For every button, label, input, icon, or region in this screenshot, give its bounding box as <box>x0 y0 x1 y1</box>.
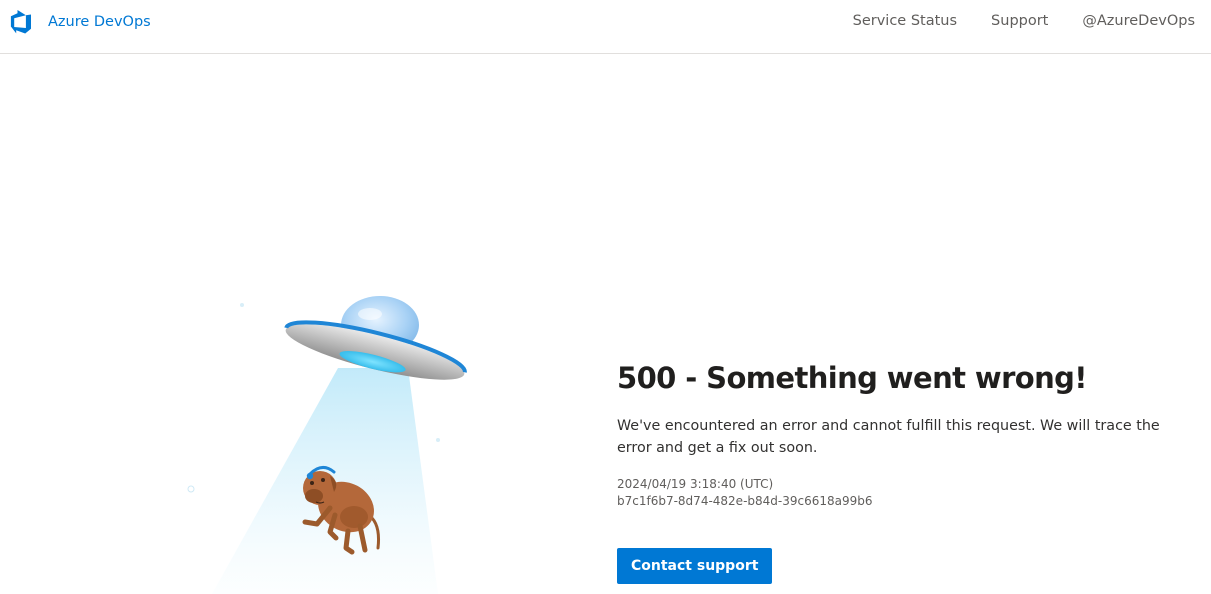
sparkle-icon <box>187 485 195 493</box>
error-description: We've encountered an error and cannot fu… <box>617 418 1160 456</box>
error-title: 500 - Something went wrong! <box>617 361 1088 395</box>
azure-devops-logo-icon <box>10 10 31 34</box>
error-panel: 500 - Something went wrong! We've encoun… <box>617 358 1187 584</box>
nav-twitter-link[interactable]: @AzureDevOps <box>1082 13 1195 29</box>
error-meta: 2024/04/19 3:18:40 (UTC) b7c1f6b7-8d74-4… <box>617 476 1187 510</box>
nav-support-link[interactable]: Support <box>991 13 1048 29</box>
brand-name: Azure DevOps <box>48 14 151 30</box>
error-timestamp: 2024/04/19 3:18:40 (UTC) <box>617 477 774 491</box>
nav-service-status-link[interactable]: Service Status <box>853 13 957 29</box>
brand-link[interactable]: Azure DevOps <box>9 10 151 34</box>
ufo-abducting-dog-illustration <box>187 296 467 594</box>
sparkle-icon <box>436 438 440 442</box>
header-nav: Service Status Support @AzureDevOps <box>819 13 1195 29</box>
sparkle-icon <box>240 303 244 307</box>
top-header: Azure DevOps Service Status Support @Azu… <box>0 0 1211 54</box>
contact-support-button[interactable]: Contact support <box>617 548 773 584</box>
error-activity-id: b7c1f6b7-8d74-482e-b84d-39c6618a99b6 <box>617 494 873 508</box>
